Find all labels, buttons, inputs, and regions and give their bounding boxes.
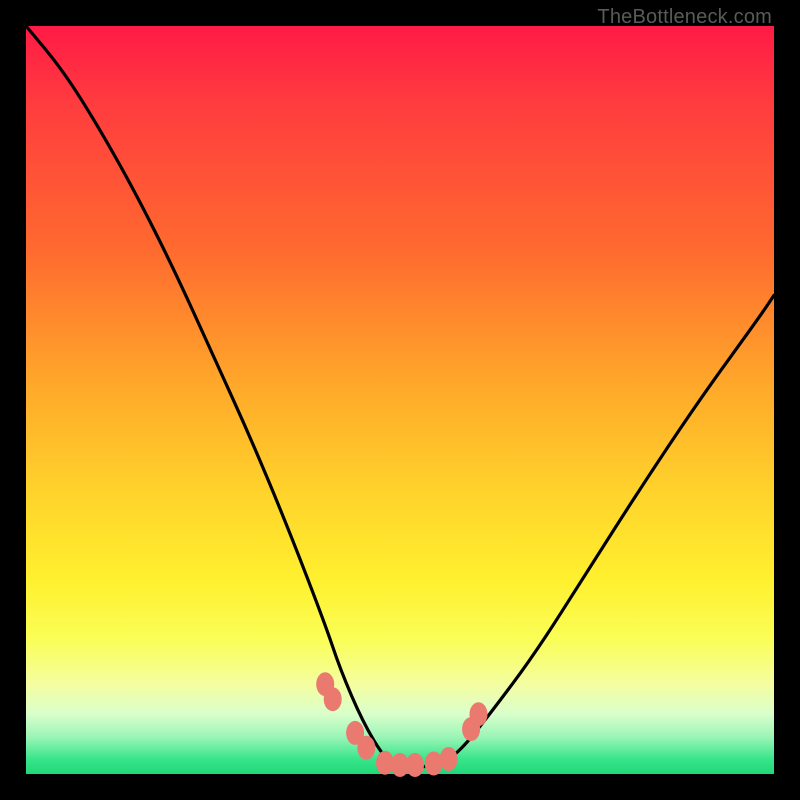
marker-dot [357, 736, 375, 760]
marker-dot [324, 687, 342, 711]
watermark-text: TheBottleneck.com [597, 6, 772, 29]
marker-dot [406, 753, 424, 777]
marker-dot [470, 702, 488, 726]
marker-dot [440, 747, 458, 771]
marker-group [316, 672, 487, 777]
curve-layer [26, 26, 774, 774]
bottleneck-curve [26, 26, 774, 767]
plot-area [26, 26, 774, 774]
chart-frame: TheBottleneck.com [0, 0, 800, 800]
marker-dot [425, 752, 443, 776]
